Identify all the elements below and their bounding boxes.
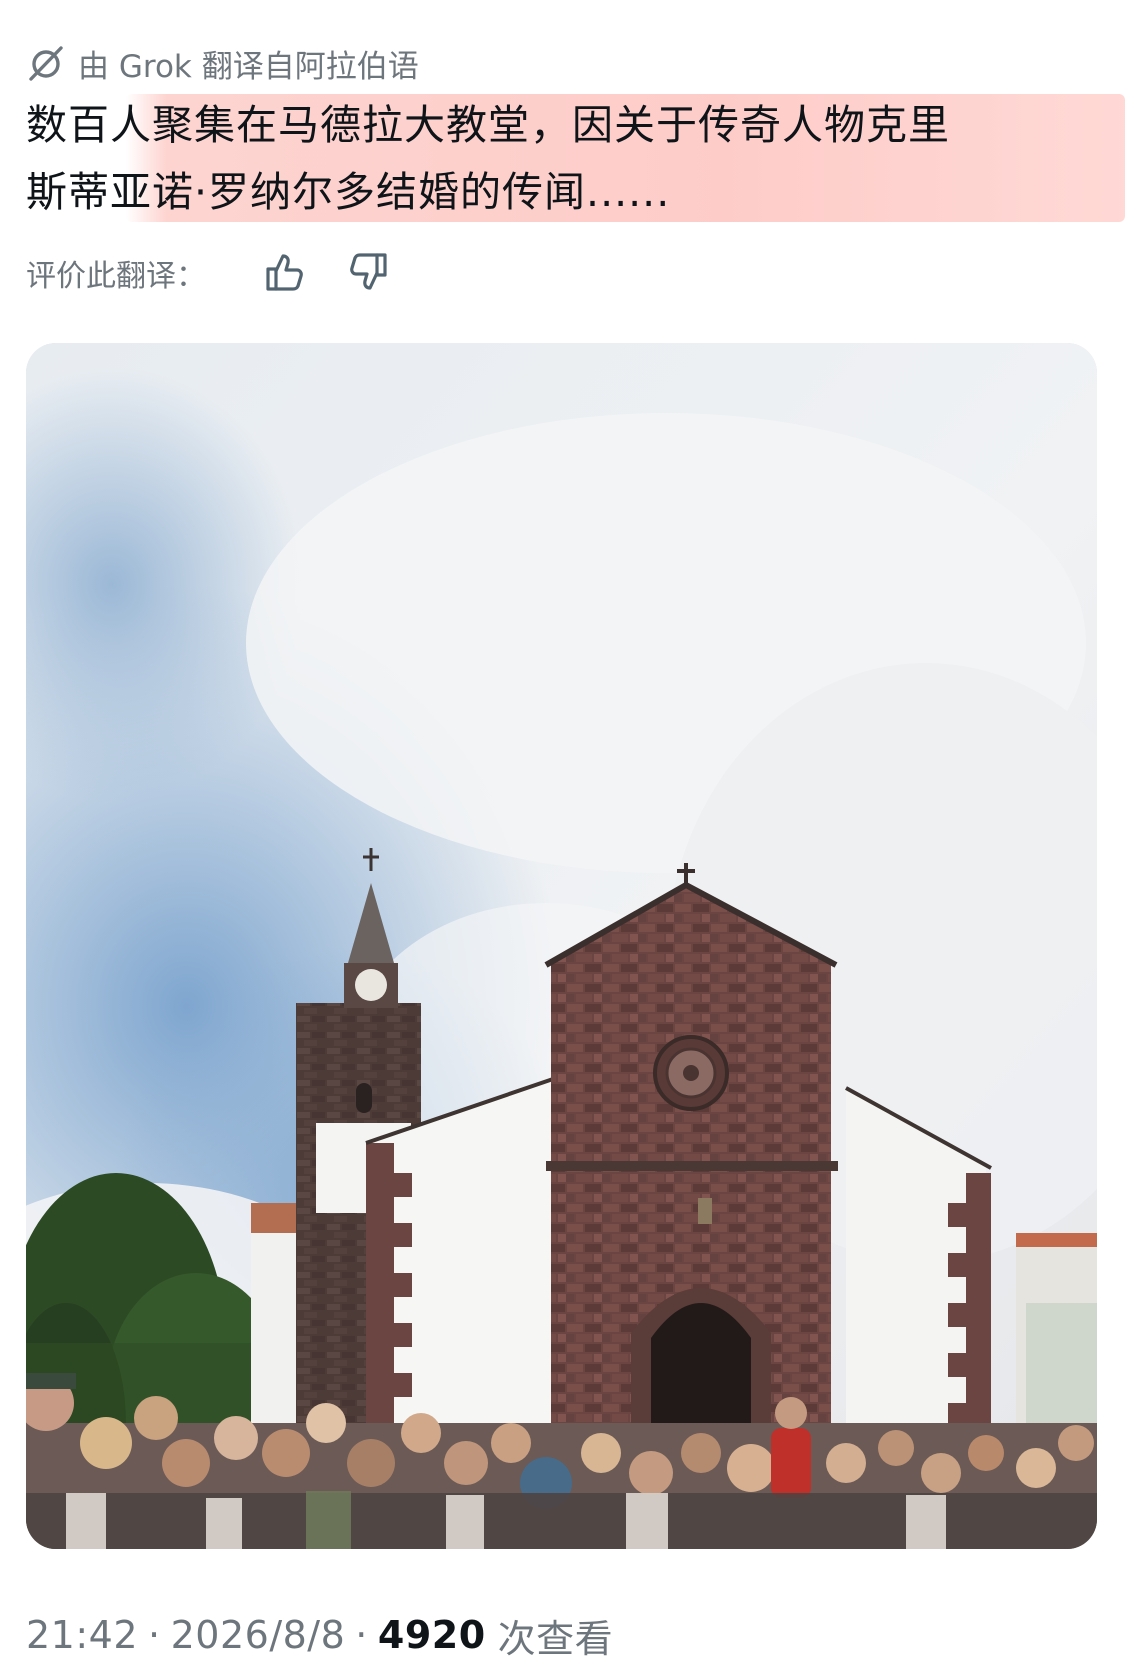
meta-separator: · <box>355 1613 368 1657</box>
tweet-time: 21:42 <box>26 1613 139 1657</box>
meta-separator: · <box>148 1613 161 1657</box>
views-label: 次查看 <box>497 1616 614 1661</box>
thumbs-down-button[interactable] <box>344 248 392 296</box>
tweet-photo[interactable] <box>26 343 1097 1549</box>
cathedral-photo <box>26 343 1097 1549</box>
thumbs-down-icon <box>350 253 387 290</box>
views-count: 4920 <box>377 1613 486 1657</box>
translation-header: 由 Grok 翻译自阿拉伯语 <box>26 36 419 90</box>
thumbs-up-button[interactable] <box>261 248 309 296</box>
grok-icon <box>26 43 66 83</box>
tweet-text: 数百人聚集在马德拉大教堂，因关于传奇人物克里 斯蒂亚诺·罗纳尔多结婚的传闻...… <box>26 92 1116 226</box>
tweet-meta: 21:42 · 2026/8/8 · 4920 次查看 <box>26 1610 614 1661</box>
tweet-date: 2026/8/8 <box>170 1613 346 1657</box>
rate-translation: 评价此翻译： <box>26 248 206 298</box>
thumbs-up-icon <box>266 254 303 291</box>
tweet-text-line: 数百人聚集在马德拉大教堂，因关于传奇人物克里 <box>26 101 950 149</box>
rate-label: 评价此翻译： <box>26 259 206 294</box>
tweet-text-line: 斯蒂亚诺·罗纳尔多结婚的传闻...... <box>26 168 671 216</box>
translation-label: 由 Grok 翻译自阿拉伯语 <box>78 48 419 85</box>
